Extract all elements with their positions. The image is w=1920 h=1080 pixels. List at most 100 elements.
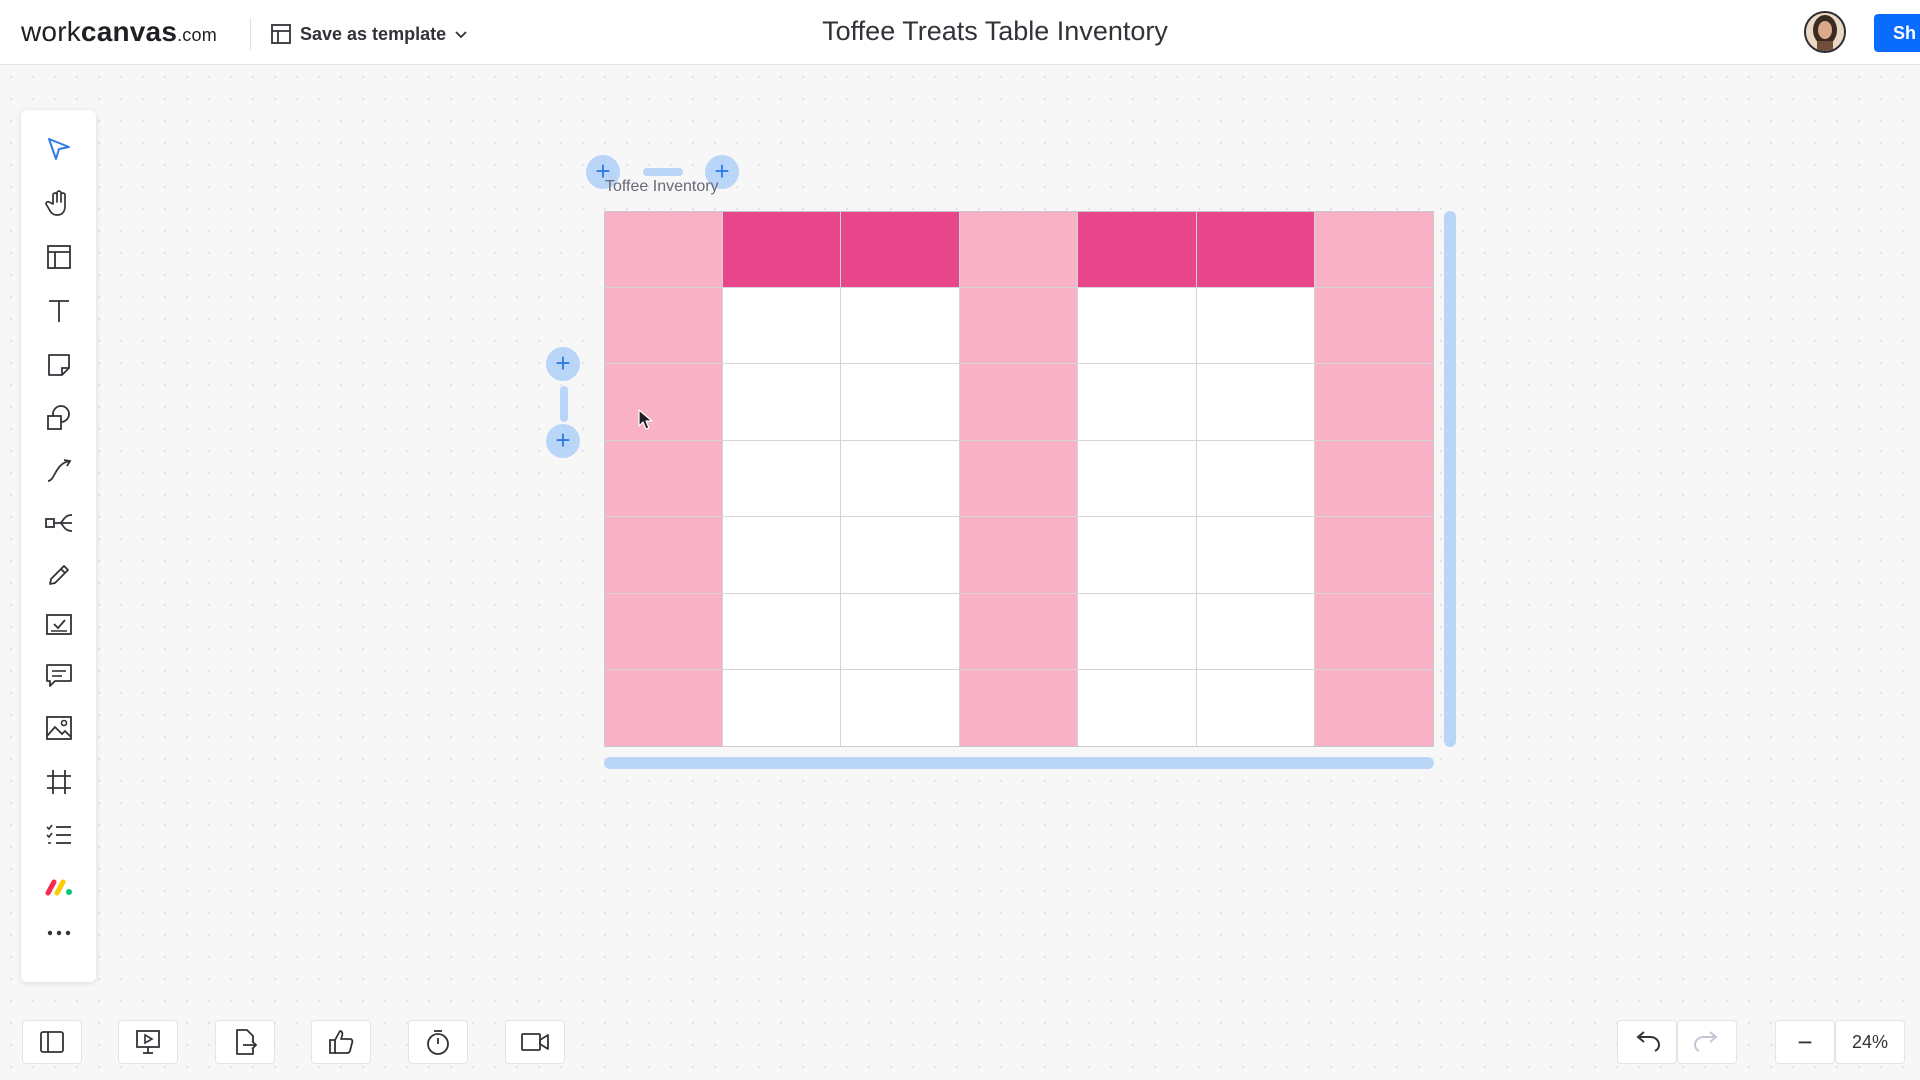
presentation-icon bbox=[136, 1030, 160, 1054]
text-tool[interactable] bbox=[21, 289, 96, 333]
select-tool[interactable] bbox=[21, 127, 96, 171]
table-cell[interactable] bbox=[722, 670, 842, 747]
undo-button[interactable] bbox=[1617, 1020, 1677, 1064]
table-cell[interactable] bbox=[841, 593, 960, 671]
top-bar: workcanvas.com Save as template Toffee T… bbox=[0, 0, 1920, 65]
table-cell[interactable] bbox=[1078, 593, 1197, 671]
zoom-level-button[interactable]: 24% bbox=[1835, 1020, 1905, 1064]
frame-tool[interactable] bbox=[21, 760, 96, 804]
timer-button[interactable] bbox=[408, 1020, 468, 1064]
toggle-panel-button[interactable] bbox=[22, 1020, 82, 1064]
export-file-icon bbox=[236, 1029, 258, 1055]
pen-tool[interactable] bbox=[21, 553, 96, 597]
add-row-below-button[interactable]: + bbox=[546, 424, 580, 458]
table-resize-handle-bottom[interactable] bbox=[604, 757, 1434, 769]
table-cell[interactable] bbox=[1315, 670, 1434, 747]
add-row-above-button[interactable]: + bbox=[546, 347, 580, 381]
table-cell[interactable] bbox=[959, 670, 1079, 747]
undo-icon bbox=[1636, 1031, 1661, 1052]
table-cell[interactable] bbox=[722, 440, 842, 518]
pencil-icon bbox=[48, 565, 69, 585]
video-camera-icon bbox=[521, 1033, 549, 1051]
table-cell[interactable] bbox=[1315, 364, 1434, 441]
shapes-tool[interactable] bbox=[21, 396, 96, 440]
avatar-icon bbox=[1806, 13, 1844, 51]
layout-icon bbox=[46, 245, 71, 269]
table-cell[interactable] bbox=[959, 593, 1079, 671]
table-cell[interactable] bbox=[604, 593, 723, 671]
table-cell[interactable] bbox=[959, 440, 1079, 518]
comment-icon bbox=[45, 664, 72, 687]
table-cell[interactable] bbox=[841, 364, 960, 441]
user-avatar[interactable] bbox=[1804, 11, 1846, 53]
table-cell[interactable] bbox=[1078, 670, 1197, 747]
table-cell[interactable] bbox=[722, 364, 842, 441]
table-header-cell[interactable] bbox=[604, 211, 723, 288]
shapes-icon bbox=[46, 405, 70, 430]
table-header-cell[interactable] bbox=[1078, 211, 1197, 288]
table-cell[interactable] bbox=[604, 364, 723, 441]
sidebar-panel-icon bbox=[40, 1031, 64, 1053]
table-cell[interactable] bbox=[722, 517, 842, 594]
table-header-cell[interactable] bbox=[959, 211, 1079, 288]
table-title[interactable]: Toffee Inventory bbox=[605, 178, 719, 196]
zoom-out-button[interactable]: − bbox=[1775, 1020, 1835, 1064]
table-cell[interactable] bbox=[722, 593, 842, 671]
table-cell[interactable] bbox=[604, 440, 723, 518]
table-cell[interactable] bbox=[604, 517, 723, 594]
table-cell[interactable] bbox=[1196, 517, 1316, 594]
board-title[interactable]: Toffee Treats Table Inventory bbox=[0, 16, 1920, 47]
list-tool[interactable] bbox=[21, 813, 96, 857]
table-cell[interactable] bbox=[1315, 440, 1434, 518]
table-cell[interactable] bbox=[841, 287, 960, 365]
table-header-cell[interactable] bbox=[1196, 211, 1316, 288]
minus-icon: − bbox=[1797, 1026, 1813, 1057]
table-cell[interactable] bbox=[1078, 287, 1197, 365]
table-cell[interactable] bbox=[1196, 593, 1316, 671]
table-header-cell[interactable] bbox=[841, 211, 960, 288]
table-cell[interactable] bbox=[1196, 670, 1316, 747]
table-cell[interactable] bbox=[1196, 364, 1316, 441]
video-call-button[interactable] bbox=[505, 1020, 565, 1064]
table-resize-handle-right[interactable] bbox=[1444, 211, 1456, 747]
sticky-note-icon bbox=[47, 354, 70, 376]
template-tool[interactable] bbox=[21, 235, 96, 279]
more-tool[interactable] bbox=[21, 911, 96, 955]
table-cell[interactable] bbox=[959, 287, 1079, 365]
table-header-cell[interactable] bbox=[722, 211, 842, 288]
mind-map-tool[interactable] bbox=[21, 501, 96, 545]
table-cell[interactable] bbox=[1078, 440, 1197, 518]
thumbs-up-icon bbox=[329, 1030, 354, 1054]
comment-tool[interactable] bbox=[21, 653, 96, 697]
table-cell[interactable] bbox=[1315, 517, 1434, 594]
table-cell[interactable] bbox=[722, 287, 842, 365]
voting-button[interactable] bbox=[311, 1020, 371, 1064]
integrations-tool[interactable] bbox=[21, 865, 96, 909]
table-cell[interactable] bbox=[959, 364, 1079, 441]
table-cell[interactable] bbox=[841, 440, 960, 518]
table-cell[interactable] bbox=[604, 287, 723, 365]
table-cell[interactable] bbox=[841, 517, 960, 594]
table-cell[interactable] bbox=[1315, 593, 1434, 671]
table-cell[interactable] bbox=[1078, 364, 1197, 441]
hand-tool[interactable] bbox=[21, 181, 96, 225]
row-resize-handle[interactable] bbox=[560, 386, 568, 422]
connector-icon bbox=[47, 459, 71, 482]
checklist-tool[interactable] bbox=[21, 603, 96, 647]
column-resize-handle[interactable] bbox=[643, 168, 683, 176]
table-cell[interactable] bbox=[1196, 440, 1316, 518]
table-cell[interactable] bbox=[1196, 287, 1316, 365]
table-cell[interactable] bbox=[959, 517, 1079, 594]
redo-button[interactable] bbox=[1677, 1020, 1737, 1064]
presentation-button[interactable] bbox=[118, 1020, 178, 1064]
image-tool[interactable] bbox=[21, 706, 96, 750]
table-cell[interactable] bbox=[1078, 517, 1197, 594]
connector-tool[interactable] bbox=[21, 449, 96, 493]
export-button[interactable] bbox=[215, 1020, 275, 1064]
table-cell[interactable] bbox=[841, 670, 960, 747]
table-cell[interactable] bbox=[604, 670, 723, 747]
sticky-note-tool[interactable] bbox=[21, 343, 96, 387]
table-cell[interactable] bbox=[1315, 287, 1434, 365]
share-button[interactable]: Sh bbox=[1874, 14, 1920, 52]
table-header-cell[interactable] bbox=[1315, 211, 1434, 288]
